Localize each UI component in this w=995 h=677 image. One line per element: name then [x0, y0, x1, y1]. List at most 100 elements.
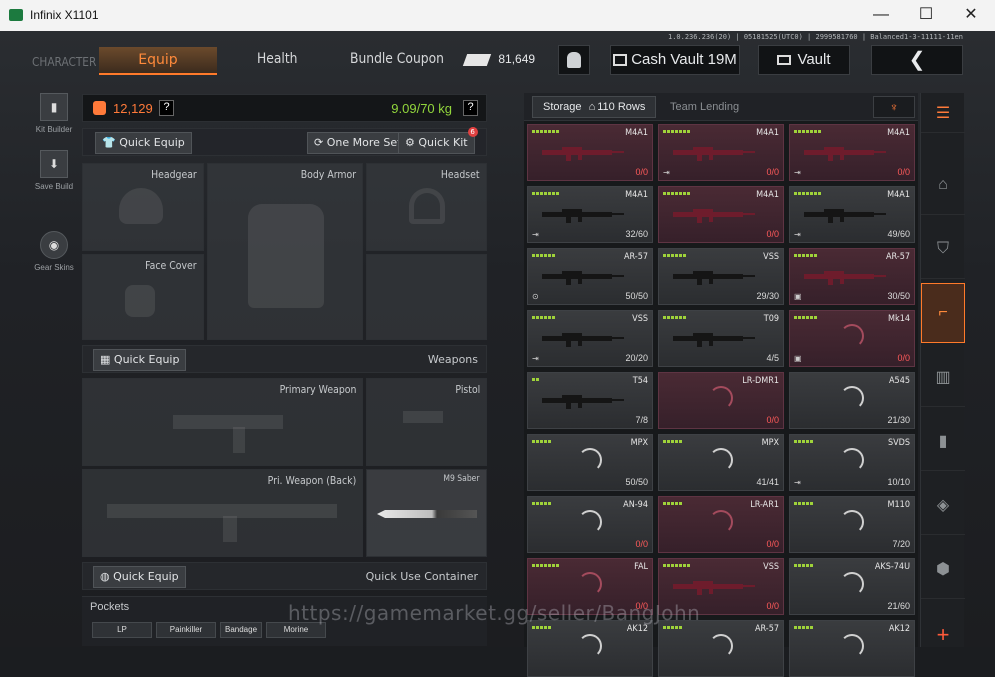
storage-panel: Storage ⌂ 110 Rows Team Lending ♆ M4A1 0/0…	[524, 93, 918, 677]
pocket-item-4-label: Morine	[283, 625, 309, 634]
save-build-label: Save Build	[34, 182, 74, 191]
storage-item[interactable]: AN-94 0/0	[527, 496, 653, 553]
sort-button[interactable]: ♆	[873, 96, 915, 118]
back-button[interactable]: ❮	[871, 45, 963, 75]
weapon-icon	[804, 145, 886, 161]
tab-health[interactable]: Health	[257, 51, 297, 67]
storage-item[interactable]: AR-57	[658, 620, 784, 677]
storage-item[interactable]: A545 21/30	[789, 372, 915, 429]
item-status-icon: ⇥	[532, 354, 539, 363]
nav-weapon-button[interactable]: ⌐	[921, 283, 965, 343]
nav-home-button[interactable]: ⌂	[921, 155, 965, 215]
storage-item[interactable]: LR-DMR1 0/0	[658, 372, 784, 429]
quick-equip-gear-button[interactable]: 👕 Quick Equip	[95, 132, 192, 154]
storage-item-name: VSS	[632, 314, 648, 324]
slot-face-cover[interactable]: Face Cover	[82, 254, 204, 340]
storage-item[interactable]: MPX 41/41	[658, 434, 784, 491]
storage-item[interactable]: VSS 29/30	[658, 248, 784, 305]
storage-item-ammo: 7/20	[892, 539, 910, 549]
kit-builder-button[interactable]: ▮ Kit Builder	[28, 93, 80, 134]
nav-misc-button[interactable]: ⬢	[921, 539, 965, 599]
storage-item[interactable]: M4A1 0/0	[658, 186, 784, 243]
storage-item-name: MPX	[630, 438, 648, 448]
nav-armor-button[interactable]: ⛉	[921, 219, 965, 279]
attachment-dots	[532, 440, 551, 443]
slot-body-armor[interactable]: Body Armor	[207, 163, 363, 340]
gear-skins-button[interactable]: ◉ Gear Skins	[28, 231, 80, 272]
weapon-icon	[542, 331, 624, 347]
storage-item[interactable]: M4A1 ⇥ 32/60	[527, 186, 653, 243]
close-button[interactable]: ✕	[948, 0, 994, 31]
storage-item[interactable]: M4A1 ⇥ 49/60	[789, 186, 915, 243]
storage-item[interactable]: T54 7/8	[527, 372, 653, 429]
weight-help[interactable]: ?	[463, 100, 478, 116]
slot-pistol-label: Pistol	[455, 383, 480, 396]
grenade-icon: ◈	[936, 496, 950, 514]
tab-bundle-coupon[interactable]: Bundle Coupon	[350, 51, 444, 67]
slot-pri-weapon-back[interactable]: Pri. Weapon (Back)	[82, 469, 363, 557]
nav-medical-button[interactable]: ▮	[921, 411, 965, 471]
storage-item[interactable]: T09 4/5	[658, 310, 784, 367]
knife-icon	[377, 510, 477, 518]
tab-equip[interactable]: Equip	[99, 47, 217, 75]
storage-item[interactable]: LR-AR1 0/0	[658, 496, 784, 553]
maximize-button[interactable]: ☐	[903, 0, 949, 31]
window-titlebar: Infinix X1101 — ☐ ✕	[0, 0, 995, 31]
weapons-label: Weapons	[427, 353, 478, 366]
nav-layers-button[interactable]: ☰	[921, 93, 965, 133]
vault-button[interactable]: Vault	[758, 45, 850, 75]
slot-pistol[interactable]: Pistol	[366, 378, 487, 466]
item-status-icon: ⇥	[532, 230, 539, 239]
storage-item-name: VSS	[763, 252, 779, 262]
equip-value-help[interactable]: ?	[159, 100, 174, 116]
item-status-icon: ▣	[794, 354, 802, 363]
gear-skins-icon: ◉	[40, 231, 68, 259]
attachment-dots	[794, 564, 813, 567]
storage-item-ammo: 0/0	[635, 167, 648, 177]
quick-kit-button[interactable]: ⚙ Quick Kit 6	[398, 127, 478, 154]
storage-label: Storage	[543, 101, 582, 113]
tab-storage[interactable]: Storage ⌂ 110 Rows	[532, 96, 656, 118]
slot-headset[interactable]: Headset	[366, 163, 487, 251]
storage-item-name: AN-94	[623, 500, 648, 510]
slot-primary-weapon[interactable]: Primary Weapon	[82, 378, 363, 466]
quick-equip-weapons-label: Quick Equip	[113, 353, 180, 366]
helmet-silhouette-icon	[119, 188, 163, 224]
storage-item-ammo: 0/0	[766, 229, 779, 239]
tab-team-lending[interactable]: Team Lending	[670, 101, 739, 113]
storage-item[interactable]: VSS ⇥ 20/20	[527, 310, 653, 367]
storage-item[interactable]: M4A1 0/0	[527, 124, 653, 181]
storage-item[interactable]: AR-57 ⊙ 50/50	[527, 248, 653, 305]
storage-item[interactable]: AK12	[527, 620, 653, 677]
attachment-dots	[794, 626, 813, 629]
nav-grenade-button[interactable]: ◈	[921, 475, 965, 535]
attachment-dots	[663, 502, 682, 505]
operator-button[interactable]	[558, 45, 590, 75]
cash-vault-icon	[613, 54, 628, 67]
cash-vault-button[interactable]: Cash Vault 19M	[610, 45, 740, 75]
storage-item[interactable]: M4A1 ⇥ 0/0	[789, 124, 915, 181]
storage-item[interactable]: AR-57 ▣ 30/50	[789, 248, 915, 305]
storage-item[interactable]: M110 7/20	[789, 496, 915, 553]
storage-item[interactable]: AKS-74U 21/60	[789, 558, 915, 615]
save-build-button[interactable]: ⬇ Save Build	[28, 150, 80, 191]
storage-item[interactable]: SVDS ⇥ 10/10	[789, 434, 915, 491]
nav-ammo-button[interactable]: ▥	[921, 347, 965, 407]
attachment-dots	[663, 440, 682, 443]
storage-item[interactable]: M4A1 ⇥ 0/0	[658, 124, 784, 181]
quick-equip-container-button[interactable]: ◍ Quick Equip	[93, 566, 186, 588]
pocket-item-1[interactable]: LP	[92, 622, 152, 638]
storage-item-name: LR-AR1	[750, 500, 779, 510]
nav-add-button[interactable]: +	[921, 622, 965, 647]
pocket-item-3[interactable]: Bandage	[220, 622, 262, 638]
storage-item[interactable]: AK12	[789, 620, 915, 677]
minimize-button[interactable]: —	[858, 0, 904, 31]
pocket-item-2[interactable]: Painkiller	[156, 622, 216, 638]
quick-equip-weapons-button[interactable]: ▦ Quick Equip	[93, 349, 187, 371]
storage-item[interactable]: Mk14 ▣ 0/0	[789, 310, 915, 367]
slot-headgear[interactable]: Headgear	[82, 163, 204, 251]
storage-item[interactable]: MPX 50/50	[527, 434, 653, 491]
slot-melee[interactable]: M9 Saber	[366, 469, 487, 557]
one-more-set-button[interactable]: ⟳ One More Set	[307, 132, 409, 154]
storage-item-ammo: 21/30	[887, 415, 910, 425]
